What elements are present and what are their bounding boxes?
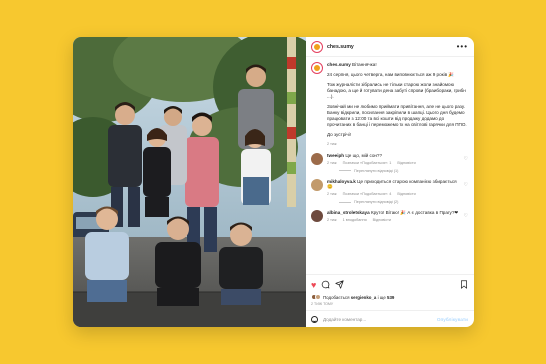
- liker-avatar: [315, 294, 321, 300]
- share-icon[interactable]: [335, 279, 344, 291]
- caption-paragraph: До зустрічі!: [327, 131, 351, 137]
- comment-time: 2 тиж: [327, 192, 337, 197]
- commenter-avatar[interactable]: [311, 152, 323, 165]
- publish-button[interactable]: Опублікувати: [437, 317, 468, 322]
- post-side-panel: ches.sumy ••• ches.sumy Вітаннячка! 24 с…: [306, 37, 474, 327]
- more-horizontal-icon[interactable]: •••: [457, 42, 468, 51]
- likes-prefix: Подобається: [323, 294, 350, 300]
- comment-item: mikhaloyva.k Це приходиться старою компа…: [311, 178, 468, 198]
- caption-username[interactable]: ches.sumy: [327, 62, 351, 67]
- caption-author-avatar[interactable]: [311, 62, 323, 74]
- comment-username[interactable]: albina_stroletskaya: [327, 210, 370, 215]
- likes-and: і ще: [377, 294, 386, 300]
- post-header: ches.sumy •••: [306, 37, 474, 57]
- bookmark-icon[interactable]: [460, 279, 468, 291]
- comment-likes[interactable]: 1 вподобання: [343, 218, 367, 223]
- heart-icon[interactable]: ♥: [311, 280, 316, 290]
- comment-reply-button[interactable]: Відповісти: [373, 218, 391, 223]
- caption-row: ches.sumy Вітаннячка! 24 серпня, цього ч…: [311, 62, 468, 147]
- comment-icon[interactable]: [321, 280, 330, 291]
- comment-likes[interactable]: Позначки «Подобається»: 4: [343, 192, 392, 197]
- post-photo[interactable]: [73, 37, 306, 327]
- author-username[interactable]: ches.sumy: [327, 44, 354, 50]
- caption-greeting: Вітаннячка!: [352, 62, 377, 67]
- comment-reply-button[interactable]: Відповісти: [397, 192, 415, 197]
- emoji-smile-icon[interactable]: [311, 315, 318, 323]
- comment-username[interactable]: mikhaloyva.k: [327, 179, 356, 184]
- post-actions: ♥ Подобається sergienko_a і ще 539 2 ТИЖ…: [306, 274, 474, 306]
- caption-time: 2 тиж: [327, 141, 337, 146]
- liker-username[interactable]: sergienko_a: [351, 295, 377, 300]
- caption-text: ches.sumy Вітаннячка! 24 серпня, цього ч…: [327, 62, 468, 147]
- comment-like-icon[interactable]: ♡: [464, 182, 468, 198]
- author-avatar[interactable]: [311, 40, 323, 53]
- add-comment-bar: Опублікувати: [306, 310, 474, 327]
- likes-count[interactable]: 539: [387, 295, 394, 300]
- comment-time: 2 тиж: [327, 160, 337, 165]
- view-replies-button[interactable]: Переглянути відповіді (2): [339, 200, 468, 204]
- commenter-avatar[interactable]: [311, 178, 323, 191]
- caption-paragraph: Зовнічай ми не любимо приймати привітанн…: [327, 103, 467, 127]
- action-icons-row: ♥: [311, 279, 468, 291]
- caption-paragraph: Тож журналісти зібрались не тільки старо…: [327, 81, 466, 99]
- comments-scroll-area[interactable]: ches.sumy Вітаннячка! 24 серпня, цього ч…: [306, 57, 474, 274]
- comment-username[interactable]: tweeiph: [327, 153, 344, 158]
- post-time-ago: 2 ТИЖ ТОМУ: [311, 302, 334, 306]
- comment-item: tweeiph Це що, мій сон?? 2 тиж Позначки …: [311, 152, 468, 166]
- comment-time: 2 тиж: [327, 218, 337, 223]
- view-replies-button[interactable]: Переглянути відповіді (1): [339, 169, 468, 173]
- comment-reply-button[interactable]: Відповісти: [397, 161, 415, 166]
- comment-likes[interactable]: Позначки «Подобається»: 1: [343, 161, 392, 166]
- comment-item: albina_stroletskaya Круто! Вітаю! 🎉 А є …: [311, 210, 468, 223]
- comment-text: Це що, мій сон??: [345, 152, 383, 158]
- comment-like-icon[interactable]: ♡: [464, 213, 468, 223]
- instagram-post-card: ches.sumy ••• ches.sumy Вітаннячка! 24 с…: [73, 37, 474, 327]
- commenter-avatar[interactable]: [311, 210, 323, 223]
- likes-summary[interactable]: Подобається sergienko_a і ще 539: [311, 294, 468, 300]
- comment-text: Круто! Вітаю! 🎉 А є доставка в Прагу?❤: [370, 210, 459, 216]
- comment-like-icon[interactable]: ♡: [464, 156, 468, 166]
- caption-paragraph: 24 серпня, цього четверга, нам виповнюєт…: [327, 71, 455, 77]
- group-photo-scene: [73, 37, 306, 327]
- comment-input[interactable]: [323, 316, 437, 322]
